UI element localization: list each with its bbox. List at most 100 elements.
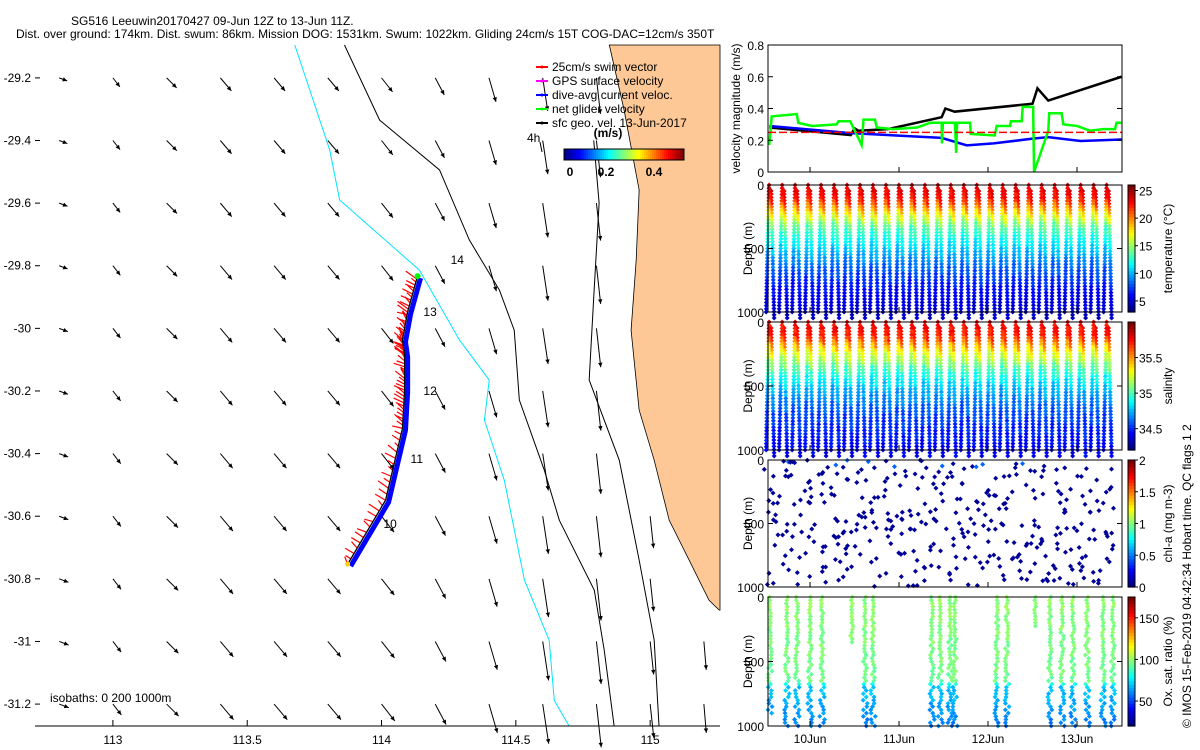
swim-vector	[396, 411, 404, 417]
current-vector	[595, 453, 602, 494]
swim-vector	[392, 425, 403, 429]
data-point	[992, 315, 998, 321]
colorbar-swatch	[642, 149, 645, 160]
day-label: 14	[451, 253, 465, 267]
swim-vector	[393, 362, 405, 368]
colorbar-swatch	[584, 149, 587, 160]
current-vector	[542, 265, 549, 301]
data-point	[1057, 453, 1063, 459]
map-panel: 1011121314113 113.5 114 114.5 115-29.2-29.4-…	[4, 44, 721, 748]
colorbar-swatch	[602, 149, 605, 160]
current-vector-head	[545, 359, 550, 364]
colorbar-swatch	[678, 149, 681, 160]
velocity-series-line	[769, 124, 1122, 147]
colorbar-swatch	[672, 149, 675, 160]
colorbar-swatch	[606, 149, 609, 160]
colorbar-swatch	[658, 149, 661, 160]
colorbar-swatch	[600, 149, 603, 160]
x-tick-label: 114.5	[501, 733, 530, 747]
colorbar-swatch	[624, 149, 627, 160]
data-point	[1083, 453, 1089, 459]
data-point	[1005, 315, 1011, 321]
data-point	[1018, 315, 1024, 321]
colorbar-swatch	[612, 149, 615, 160]
colorbar-tick-label: 0.4	[646, 165, 663, 179]
swim-vector	[394, 430, 402, 435]
data-point	[1031, 315, 1037, 321]
colorbar-swatch	[572, 149, 575, 160]
colorbar-swatch	[608, 149, 611, 160]
day-label: 10	[383, 517, 397, 531]
data-point	[927, 315, 933, 321]
profile-panels: 05001000Depth (m)510152025temperature (°…	[737, 179, 1175, 746]
colorbar-swatch	[670, 149, 673, 160]
colorbar-swatch	[578, 149, 581, 160]
current-vector-head	[545, 485, 550, 491]
data-point	[875, 453, 881, 459]
colorbar-swatch	[644, 149, 647, 160]
colorbar-swatch	[676, 149, 679, 160]
data-point	[836, 315, 842, 321]
current-vector	[542, 390, 549, 428]
y-tick-label: -29.2	[4, 71, 32, 85]
legend-marker	[540, 121, 544, 125]
data-point	[914, 315, 920, 321]
y-tick-label: 0.4	[747, 103, 764, 117]
current-vector	[649, 516, 655, 549]
isobath-1000m	[344, 44, 615, 727]
current-vector	[595, 328, 602, 368]
figure: 1011121314113 113.5 114 114.5 115-29.2-29.4-…	[4, 39, 1194, 748]
data-point	[810, 315, 816, 321]
swim-vector	[410, 277, 417, 283]
current-vector	[542, 140, 549, 175]
data-point	[797, 453, 803, 459]
data-point	[979, 315, 985, 321]
current-vector-head	[703, 665, 709, 670]
swim-vector	[378, 488, 388, 495]
colorbar-swatch	[664, 149, 667, 160]
swim-vector	[400, 295, 412, 301]
data-point	[823, 315, 829, 321]
colorbar-swatch	[594, 149, 597, 160]
colorbar-swatch	[656, 149, 659, 160]
data-point	[901, 315, 907, 321]
data-point	[1096, 453, 1102, 459]
y-tick-label: 0.2	[747, 134, 764, 148]
current-vector-head	[545, 422, 550, 428]
colorbar-swatch	[638, 149, 641, 160]
swim-vector	[391, 434, 400, 441]
x-tick-label: 114	[372, 733, 391, 747]
data-point	[771, 453, 777, 459]
swim-vector	[387, 444, 398, 453]
data-point	[810, 453, 816, 459]
swim-vector	[381, 471, 392, 477]
colorbar-swatch	[654, 149, 657, 160]
data-point	[1044, 453, 1050, 459]
colorbar-swatch	[590, 149, 593, 160]
data-point	[966, 453, 972, 459]
current-vector-head	[545, 232, 550, 238]
current-vector	[649, 641, 655, 675]
colorbar-swatch	[568, 149, 571, 160]
swim-vector	[383, 477, 391, 483]
current-vector-head	[545, 675, 551, 681]
data-point	[849, 315, 855, 321]
colorbar-swatch	[610, 149, 613, 160]
data-point	[1070, 453, 1076, 459]
track-end-marker	[414, 273, 421, 280]
data-point	[940, 453, 946, 459]
colorbar-swatch	[576, 149, 579, 160]
swim-vector	[356, 528, 367, 533]
y-tick-label: 0	[757, 316, 764, 330]
y-tick-label: -30	[14, 321, 32, 335]
current-vector-head	[703, 728, 709, 733]
swim-vector	[377, 500, 383, 506]
colorbar-swatch	[648, 149, 651, 160]
colorbar-swatch	[614, 149, 617, 160]
colorbar-swatch	[660, 149, 663, 160]
colorbar-swatch	[566, 149, 569, 160]
vector-scale-arrow	[539, 141, 543, 153]
colorbar-swatch	[570, 149, 573, 160]
current-vector-head	[545, 295, 550, 301]
current-vector	[542, 516, 549, 554]
